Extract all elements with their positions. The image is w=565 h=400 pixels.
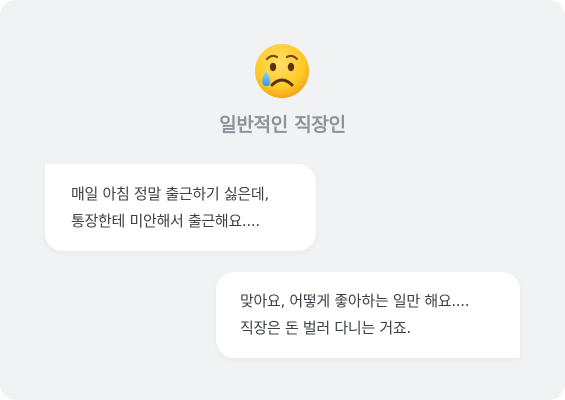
message-line: 직장은 돈 벌러 다니는 거죠. [240,319,411,337]
message-text: 맞아요, 어떻게 좋아하는 일만 해요.... 직장은 돈 벌러 다니는 거죠. [240,288,470,342]
crying-face-icon [255,44,309,98]
message-text: 매일 아침 정말 출근하기 싫은데, 통장한테 미안해서 출근해요.... [71,181,269,235]
message-line: 통장한테 미안해서 출근해요.... [71,212,260,230]
message-bubble-received: 매일 아침 정말 출근하기 싫은데, 통장한테 미안해서 출근해요.... [45,164,316,251]
message-bubble-sent: 맞아요, 어떻게 좋아하는 일만 해요.... 직장은 돈 벌러 다니는 거죠. [216,272,520,358]
message-line: 매일 아침 정말 출근하기 싫은데, [71,185,269,203]
profile-name: 일반적인 직장인 [219,114,346,136]
chat-card: 일반적인 직장인 매일 아침 정말 출근하기 싫은데, 통장한테 미안해서 출근… [0,0,565,400]
message-line: 맞아요, 어떻게 좋아하는 일만 해요.... [240,292,470,310]
